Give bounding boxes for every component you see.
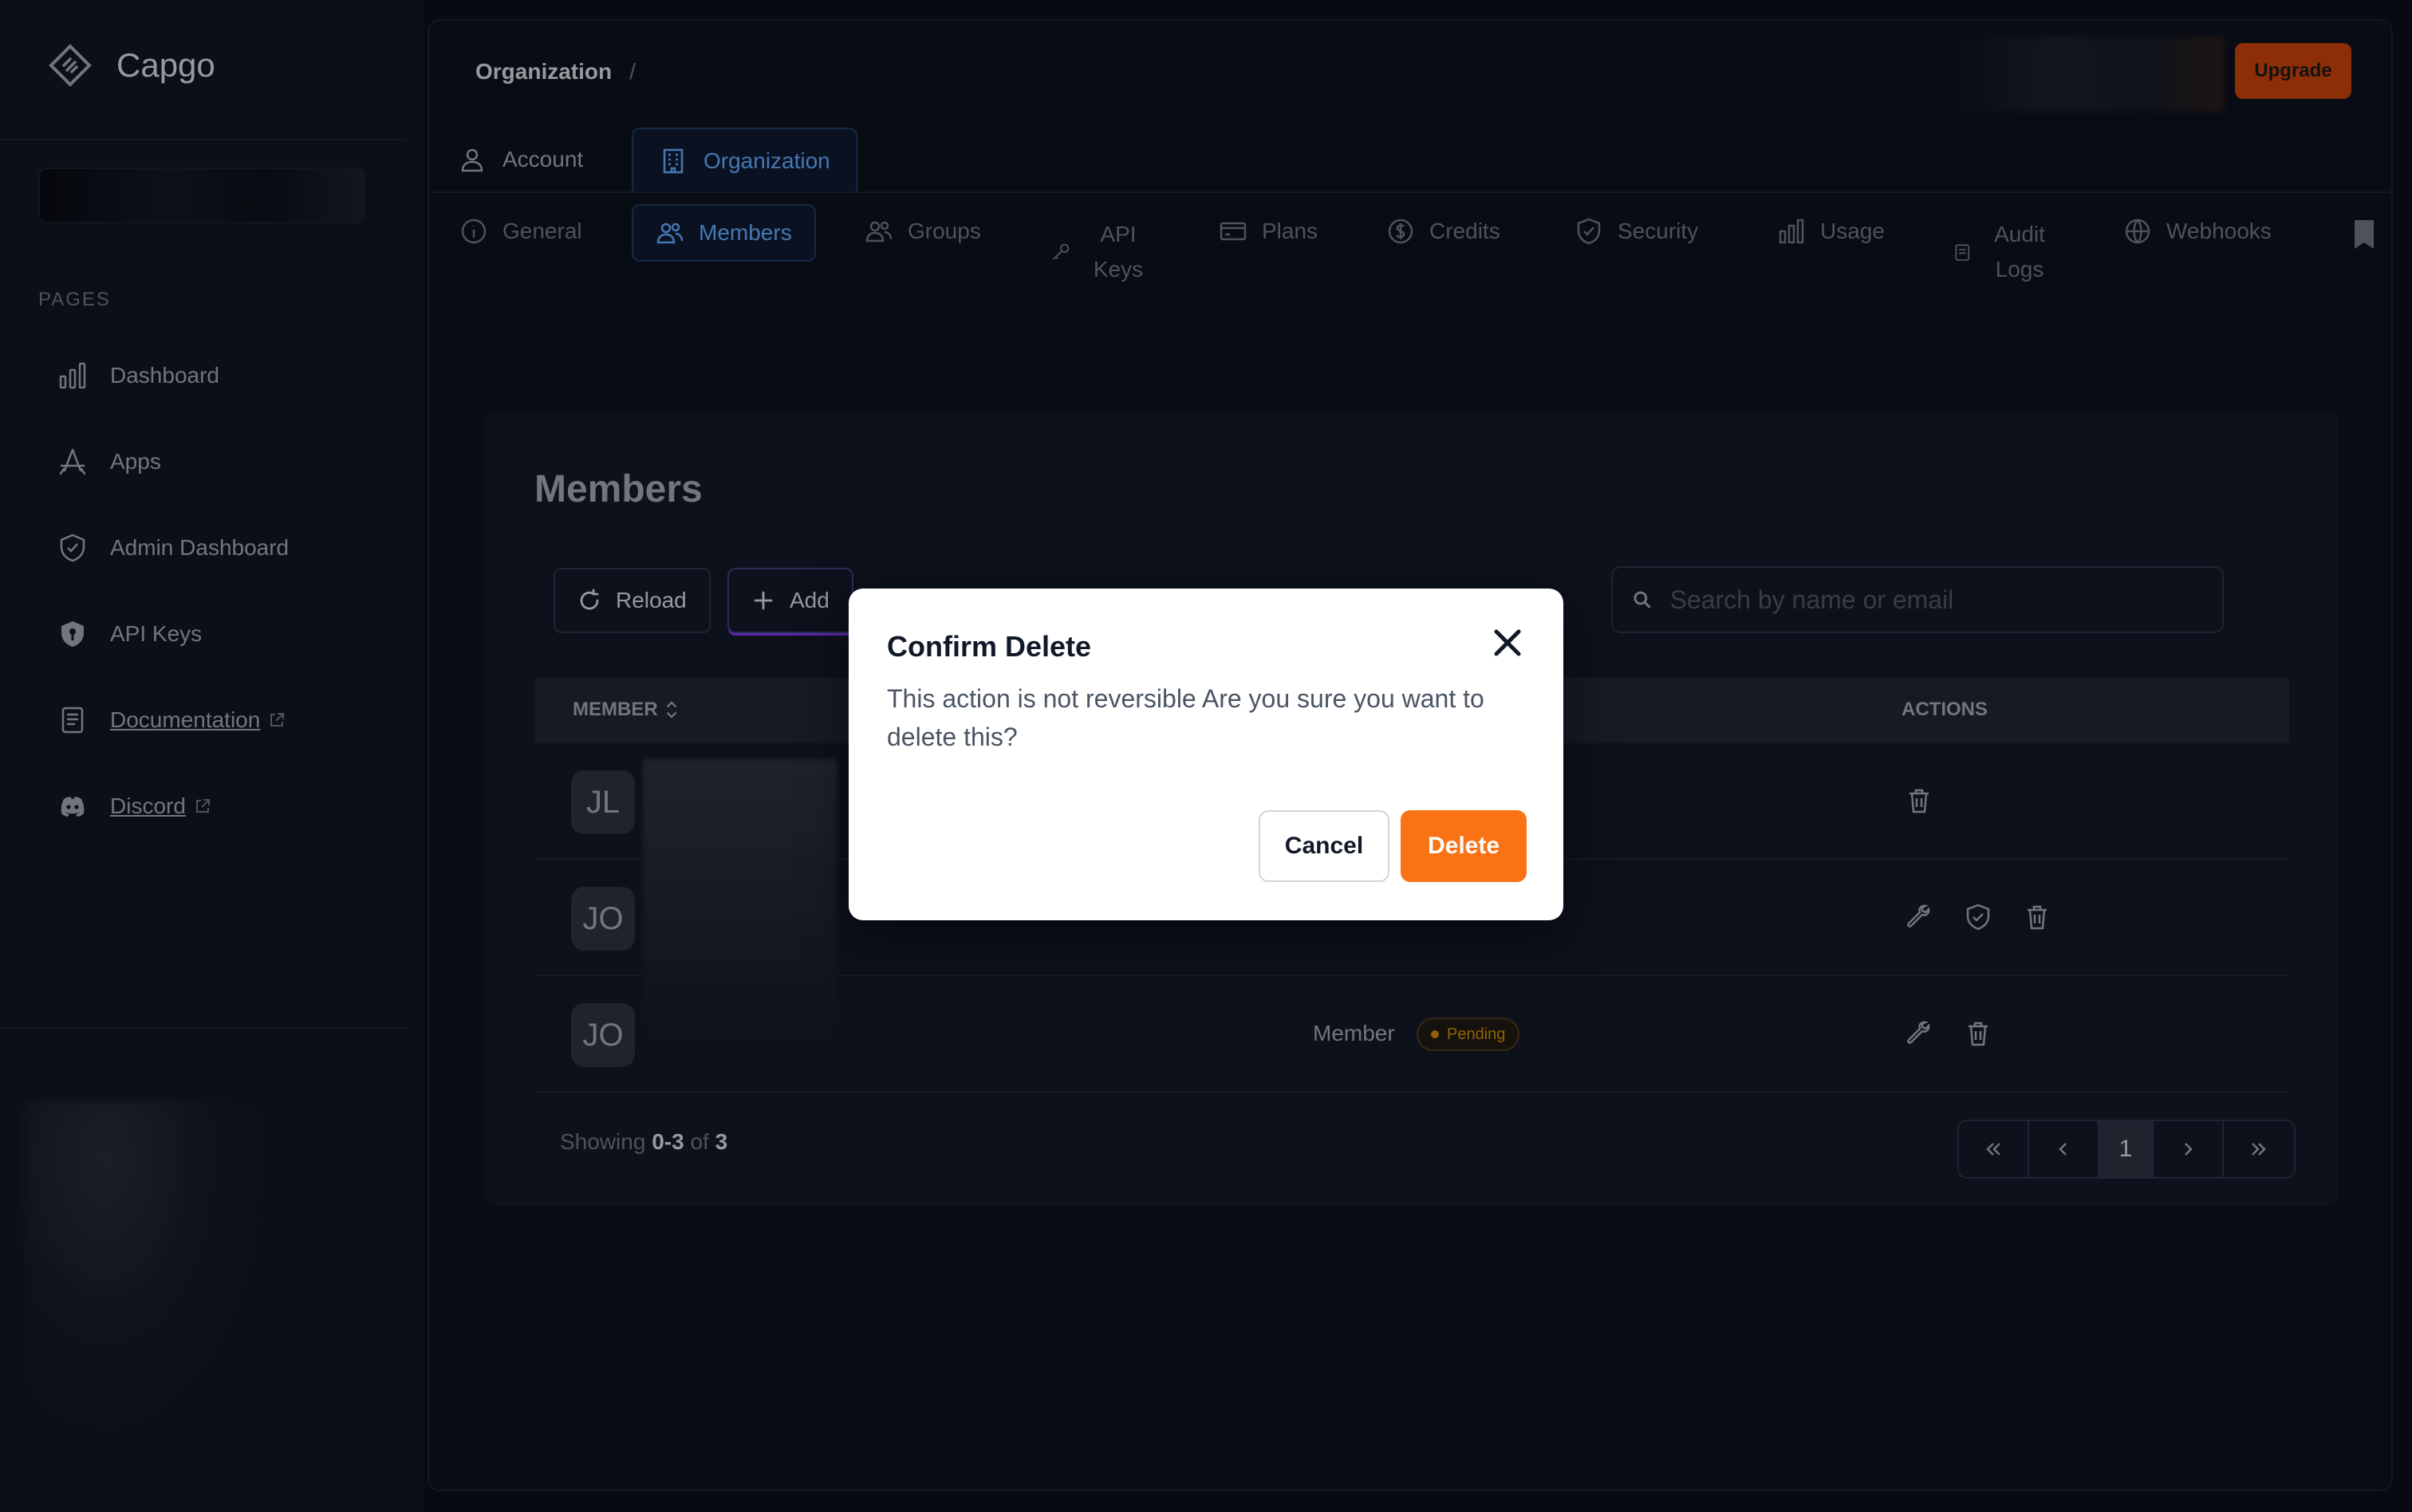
confirm-delete-dialog: Confirm Delete This action is not revers… bbox=[849, 589, 1563, 920]
dialog-message: This action is not reversible Are you su… bbox=[887, 684, 1484, 751]
close-icon[interactable] bbox=[1487, 622, 1528, 663]
dialog-title: Confirm Delete bbox=[887, 630, 1092, 663]
delete-button[interactable]: Delete bbox=[1401, 810, 1527, 882]
cancel-button[interactable]: Cancel bbox=[1259, 810, 1389, 882]
